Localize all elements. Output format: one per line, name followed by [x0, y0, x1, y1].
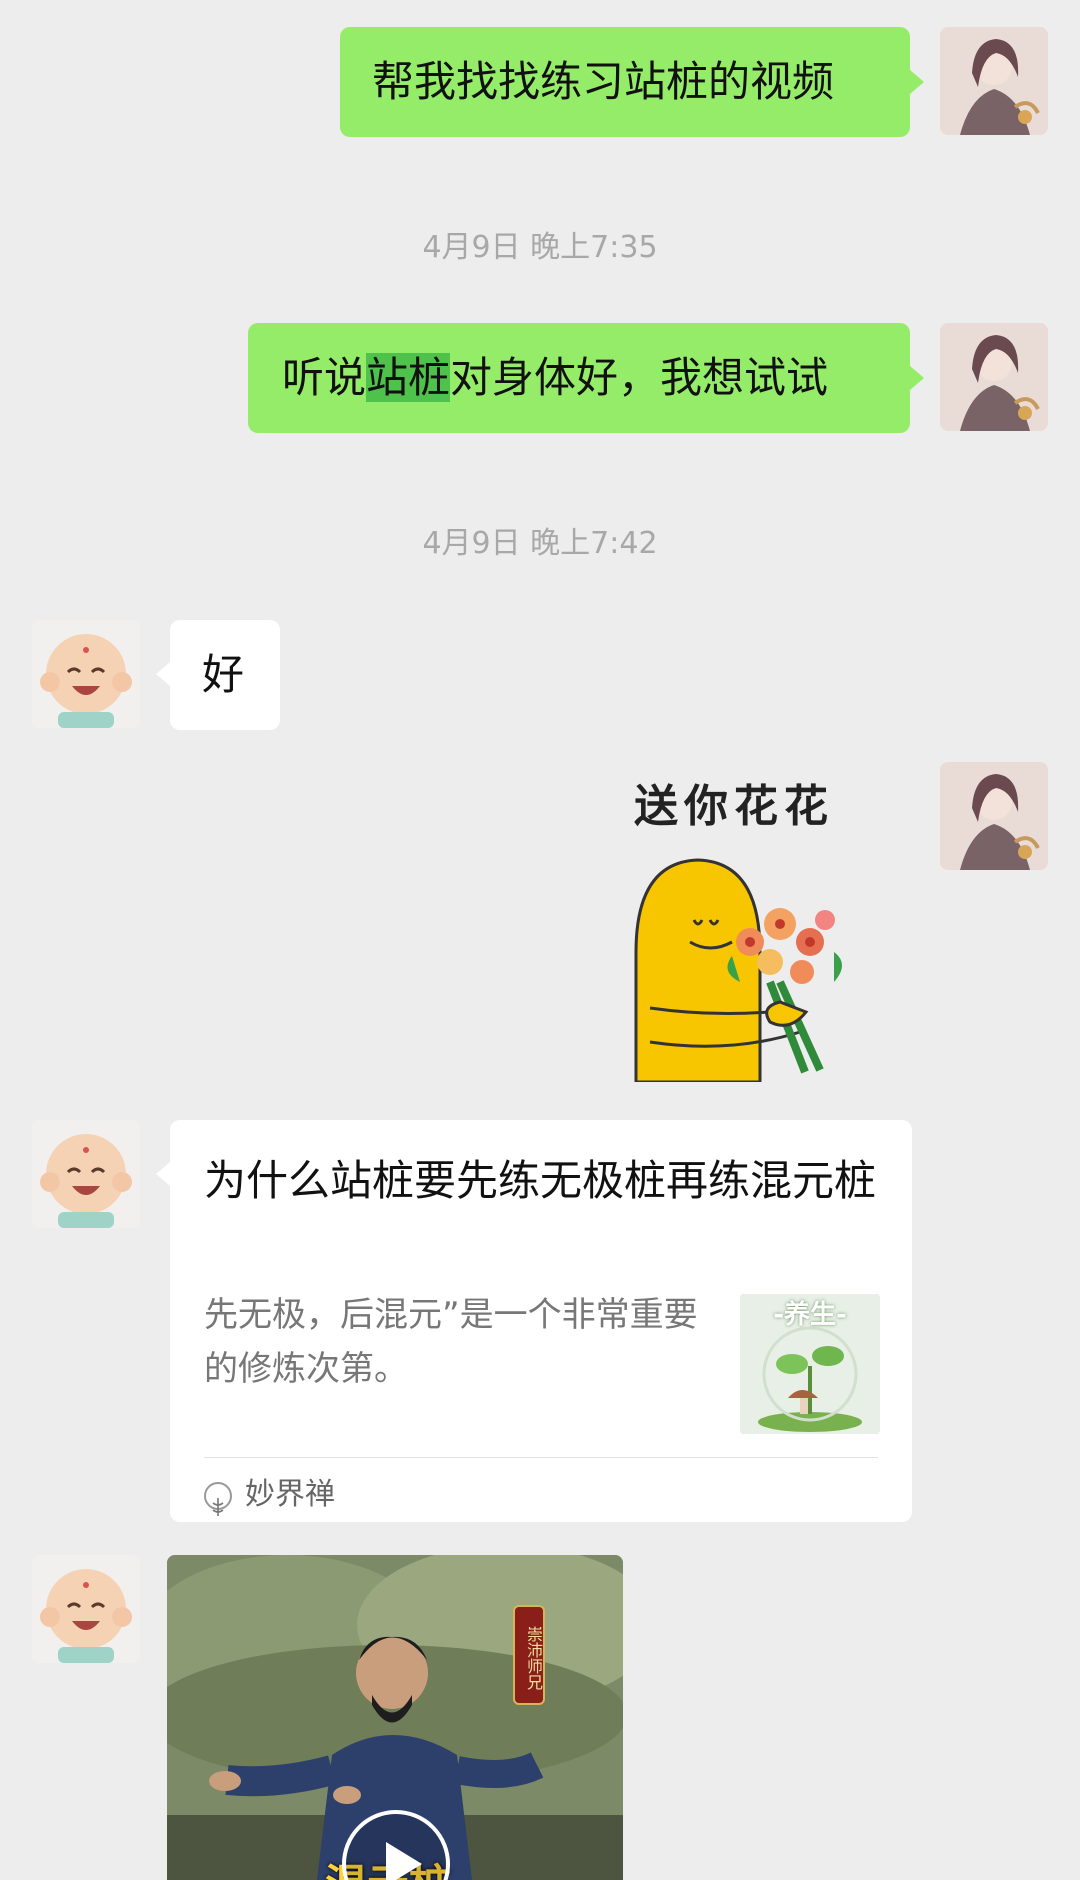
self-avatar[interactable]: [940, 27, 1048, 135]
article-thumbnail: -养生-: [740, 1294, 880, 1434]
contact-avatar[interactable]: [32, 1120, 140, 1228]
yellow-figure-holding-flowers-icon: [634, 858, 842, 1082]
message-text: 听说站桩对身体好，我想试试: [282, 353, 828, 402]
timestamp: 4月9日 晚上7:42: [422, 526, 658, 561]
bubble-tail: [156, 662, 170, 686]
search-highlight: 站桩: [366, 353, 451, 402]
message-text: 好: [202, 650, 245, 699]
message-text: 帮我找找练习站桩的视频: [372, 57, 835, 106]
thumbnail-label: -养生-: [773, 1300, 847, 1330]
article-description: 先无极，后混元”是一个非常重要的修炼次第。: [204, 1295, 698, 1389]
sent-message-bubble[interactable]: 帮我找找练习站桩的视频: [340, 27, 910, 137]
timestamp: 4月9日 晚上7:35: [422, 230, 658, 265]
article-title: 为什么站桩要先练无极桩再练混元桩: [204, 1156, 877, 1205]
bubble-tail: [910, 366, 924, 390]
message-text-part: 对身体好，我想试试: [450, 353, 829, 402]
self-avatar[interactable]: [940, 323, 1048, 431]
self-avatar[interactable]: [940, 762, 1048, 870]
message-text-part: 听说: [282, 353, 367, 402]
channel-badge: 崇沛师兄: [513, 1605, 545, 1705]
contact-avatar[interactable]: [32, 1555, 140, 1663]
sticker-caption: 送你花花: [634, 781, 834, 832]
sticker[interactable]: 送你花花: [620, 762, 870, 1082]
bubble-tail: [910, 70, 924, 94]
sent-message-bubble[interactable]: 听说站桩对身体好，我想试试: [248, 323, 910, 433]
source-logo-icon: [204, 1482, 232, 1516]
article-card[interactable]: 为什么站桩要先练无极桩再练混元桩 先无极，后混元”是一个非常重要的修炼次第。 -…: [170, 1120, 912, 1522]
divider: [204, 1457, 878, 1458]
received-message-bubble[interactable]: 好: [170, 620, 280, 730]
bubble-tail: [156, 1162, 170, 1186]
contact-avatar[interactable]: [32, 620, 140, 728]
video-message[interactable]: 崇沛师兄 混元桩: [167, 1555, 623, 1880]
article-source: 妙界禅: [245, 1477, 335, 1512]
